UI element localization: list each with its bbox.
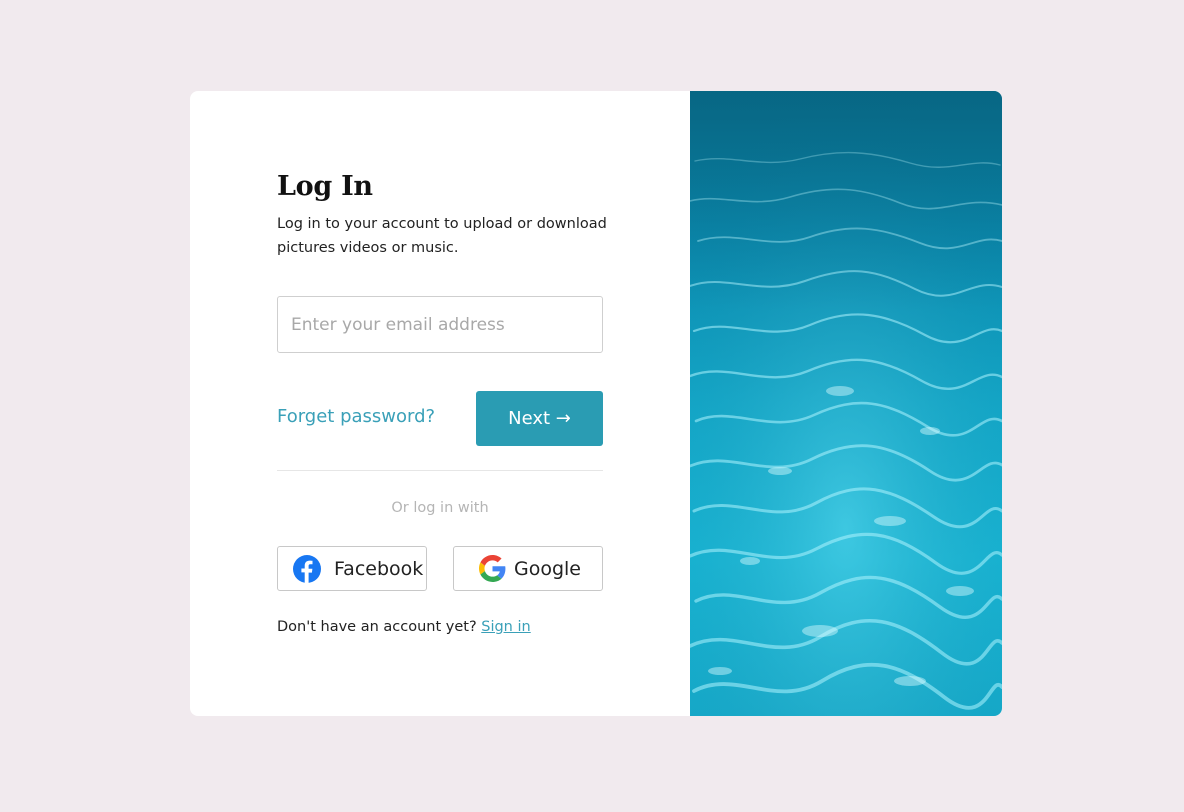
or-log-in-with-text: Or log in with <box>391 500 489 516</box>
signup-prompt: Don't have an account yet? Sign in <box>277 619 531 635</box>
facebook-icon <box>293 554 321 583</box>
email-input[interactable] <box>277 296 603 353</box>
login-form-pane: Log In Log in to your account to upload … <box>190 91 690 716</box>
forgot-password-link[interactable]: Forget password? <box>277 406 435 427</box>
google-login-button[interactable]: Google <box>453 546 603 591</box>
facebook-label: Facebook <box>334 557 424 580</box>
water-surface-photo <box>690 91 1002 716</box>
google-icon <box>479 555 506 582</box>
water-ripple-pattern <box>690 91 1002 716</box>
next-button[interactable]: Next → <box>476 391 603 446</box>
divider <box>277 470 603 471</box>
login-subtitle: Log in to your account to upload or down… <box>277 216 607 256</box>
google-label: Google <box>514 557 582 580</box>
login-card: Log In Log in to your account to upload … <box>190 91 1002 716</box>
page-title: Log In <box>277 171 373 202</box>
sign-in-link[interactable]: Sign in <box>481 619 530 635</box>
facebook-login-button[interactable]: Facebook <box>277 546 427 591</box>
no-account-text: Don't have an account yet? <box>277 619 477 635</box>
